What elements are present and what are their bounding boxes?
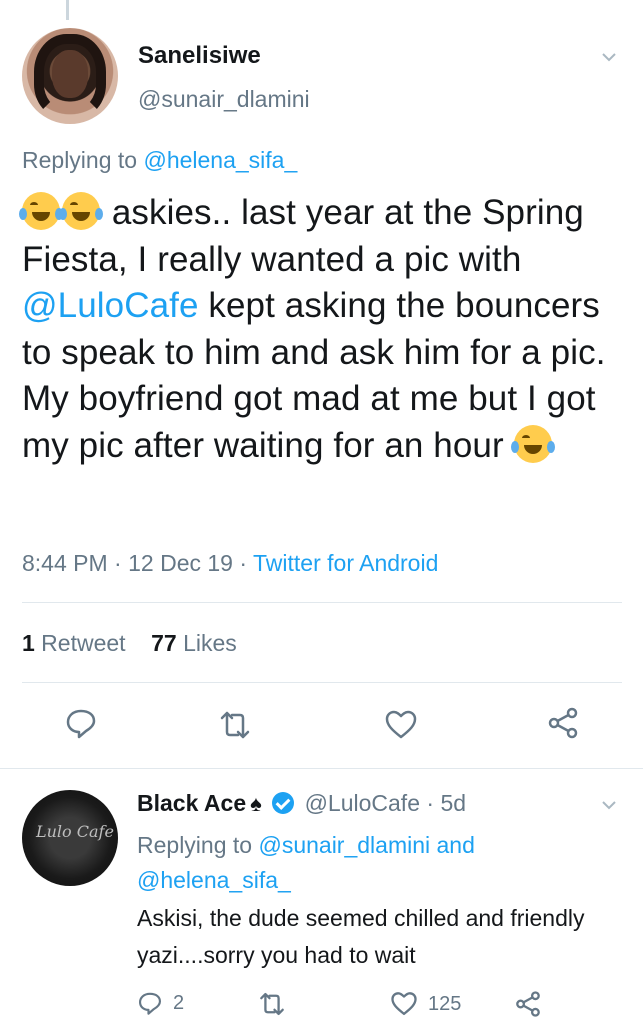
meta-dot: · [239, 550, 248, 576]
like-icon [391, 992, 417, 1016]
chevron-down-icon[interactable] [600, 796, 618, 814]
replying-prefix: Replying to [22, 147, 144, 173]
reply-action-retweet[interactable] [258, 990, 286, 1018]
share-icon[interactable] [546, 706, 580, 740]
reply-avatar[interactable]: Lulo Cafe [22, 790, 118, 886]
replying-to-link[interactable]: @sunair_dlamini [258, 832, 430, 858]
replying-to-link[interactable]: @helena_sifa_ [143, 147, 297, 173]
retweets-link[interactable]: 1 Retweet [22, 630, 126, 656]
reply-action-share[interactable] [514, 990, 542, 1018]
mention-link[interactable]: @LuloCafe [22, 286, 199, 325]
replying-and: and [430, 832, 475, 858]
tweet-date: 12 Dec 19 [128, 550, 233, 576]
replying-to: Replying to @helena_sifa_ [22, 147, 297, 174]
like-label: Likes [176, 630, 237, 656]
reply-header: Black Ace ♠ @LuloCafe · 5d [137, 790, 466, 817]
tweet-time: 8:44 PM [22, 550, 108, 576]
share-icon [516, 991, 540, 1017]
retweet-icon[interactable] [218, 708, 252, 742]
crying-laughing-emoji [510, 424, 555, 463]
reply-time: · 5d [426, 790, 467, 816]
retweet-count: 1 [22, 630, 35, 656]
tweet-source[interactable]: Twitter for Android [253, 550, 438, 576]
crying-laughing-emoji [19, 192, 63, 230]
chevron-down-icon[interactable] [600, 48, 618, 66]
reply-author-name[interactable]: Black Ace [137, 790, 246, 816]
verified-icon [272, 792, 295, 814]
reply-replying-to: Replying to @sunair_dlamini and @helena_… [137, 828, 617, 898]
author-handle[interactable]: @sunair_dlamini [138, 86, 310, 113]
spade-glyph: ♠ [250, 791, 262, 816]
author-name[interactable]: Sanelisiwe [138, 42, 261, 70]
replying-to-link[interactable]: @helena_sifa_ [137, 867, 291, 893]
avatar-face [52, 50, 88, 98]
reply-author-handle[interactable]: @LuloCafe [305, 790, 420, 816]
divider [22, 682, 622, 683]
thread-line [66, 0, 69, 20]
crying-laughing-emoji [59, 192, 103, 230]
tweet-stats: 1 Retweet 77 Likes [22, 630, 237, 657]
avatar-logo: Lulo Cafe [36, 822, 114, 841]
section-separator [0, 768, 643, 769]
tweet-meta: 8:44 PM · 12 Dec 19 · Twitter for Androi… [22, 550, 438, 577]
like-count: 77 [151, 630, 177, 656]
meta-dot: · [114, 550, 122, 576]
avatar[interactable] [22, 28, 118, 124]
retweet-icon [260, 992, 284, 1016]
reply-icon [138, 992, 162, 1015]
reply-like-count: 125 [428, 992, 462, 1015]
tweet-text: askies.. last year at the Spring Fiesta,… [19, 190, 622, 469]
tweet-text-part1: askies.. last year at the Spring Fiesta,… [22, 193, 584, 279]
like-icon[interactable] [384, 708, 418, 742]
reply-action-reply[interactable]: 2 [137, 990, 184, 1016]
reply-text: Askisi, the dude seemed chilled and frie… [137, 905, 585, 968]
likes-link[interactable]: 77 Likes [151, 630, 237, 656]
reply-count: 2 [173, 991, 185, 1014]
replying-prefix: Replying to [137, 832, 259, 858]
reply-icon[interactable] [64, 706, 98, 740]
divider [22, 602, 622, 603]
reply-action-like[interactable]: 125 [390, 990, 461, 1018]
retweet-label: Retweet [34, 630, 126, 656]
